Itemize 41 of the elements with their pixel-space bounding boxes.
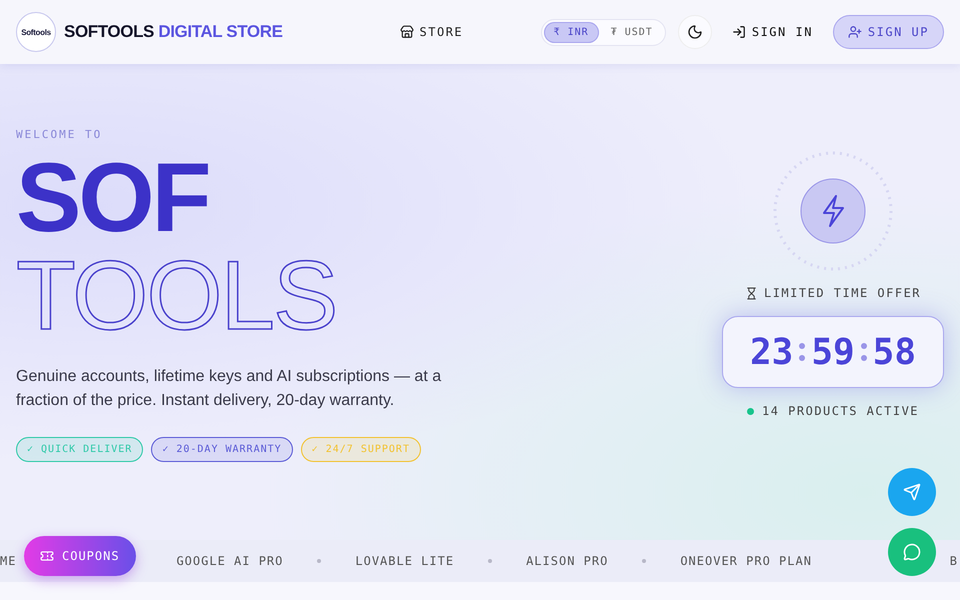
eyebrow-text: WELCOME TO xyxy=(16,128,104,141)
store-link[interactable]: STORE xyxy=(400,25,464,39)
logo[interactable]: Softools xyxy=(16,12,56,52)
marquee-item: LOVABLE LITE xyxy=(355,554,454,568)
sign-in-button[interactable]: SIGN IN xyxy=(724,19,821,45)
separator-dot xyxy=(317,559,322,563)
hourglass-icon xyxy=(744,286,758,300)
currency-option[interactable]: ₮ USDT xyxy=(600,22,663,42)
feature-tag: ✓ QUICK DELIVER xyxy=(16,437,144,462)
ticket-icon xyxy=(40,549,54,563)
feature-tag: ✓ 24/7 SUPPORT xyxy=(300,437,421,462)
theme-toggle-button[interactable] xyxy=(678,15,712,49)
colon-separator-icon xyxy=(799,342,806,362)
moon-icon xyxy=(686,24,703,40)
offer-label-text: LIMITED TIME OFFER xyxy=(764,286,922,300)
brand-name: SOFTOOLS DIGITAL STORE xyxy=(64,22,283,42)
currency-option[interactable]: ₹ INR xyxy=(544,22,599,42)
coupons-button[interactable]: COUPONS xyxy=(24,536,136,576)
timer-seconds: 58 xyxy=(872,332,916,372)
sign-in-icon xyxy=(732,25,746,39)
store-icon xyxy=(400,25,414,39)
marquee-item: ME xyxy=(0,554,16,568)
timer-minutes: 59 xyxy=(811,332,855,372)
status-text: 14 PRODUCTS ACTIVE xyxy=(762,404,920,418)
colon-separator-icon xyxy=(860,342,867,362)
separator-dot xyxy=(642,559,646,563)
marquee-item: ONEOVER PRO PLAN xyxy=(680,554,812,568)
sign-up-button[interactable]: SIGN UP xyxy=(832,15,944,49)
hero-title: SOF xyxy=(16,149,210,245)
status-dot xyxy=(746,408,754,414)
send-icon xyxy=(903,483,921,501)
timer-hours: 23 xyxy=(750,332,794,372)
separator-dot xyxy=(488,559,492,563)
hero-title-outline: TOOLS xyxy=(16,245,338,345)
hero-description: Genuine accounts, lifetime keys and AI subscriptions — at a fraction of the price. Instant delivery, 20-day warranty. xyxy=(16,367,442,411)
marquee-item: GOOGLE AI PRO xyxy=(176,554,284,568)
marquee-item: ALISON PRO xyxy=(526,554,608,568)
user-plus-icon xyxy=(848,25,862,39)
chat-icon xyxy=(903,543,921,561)
feature-tag: ✓ 20-DAY WARRANTY xyxy=(151,437,293,462)
marquee-item: B xyxy=(950,554,958,568)
